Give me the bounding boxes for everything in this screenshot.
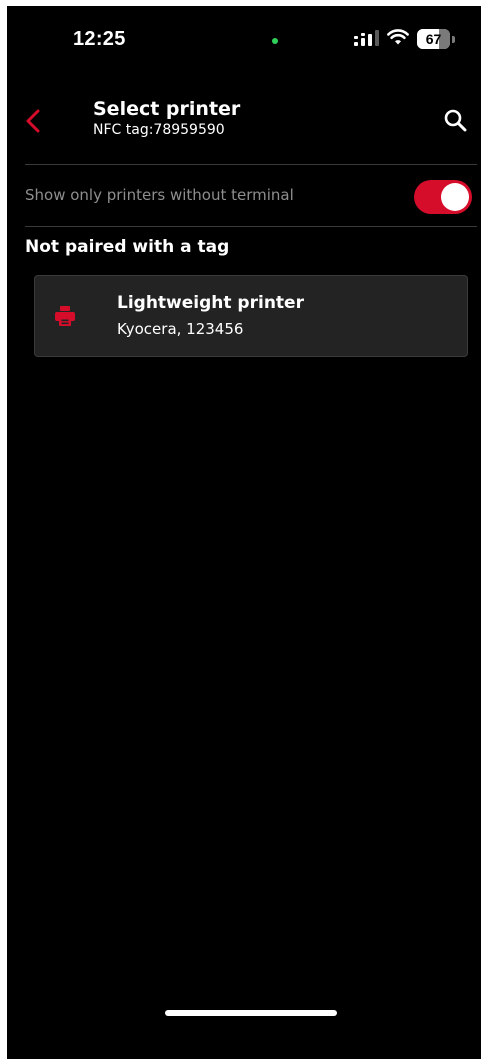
printer-details: Kyocera, 123456 [117,320,244,338]
search-button[interactable] [443,108,469,134]
printer-icon [55,306,75,326]
filter-label: Show only printers without terminal [25,186,294,204]
printer-card[interactable]: Lightweight printer Kyocera, 123456 [34,275,468,357]
title-block: Select printer NFC tag:78959590 [93,98,240,139]
page-header: Select printer NFC tag:78959590 [7,92,481,152]
privacy-indicator-dot [272,38,278,44]
status-time: 12:25 [73,28,126,50]
home-indicator [165,1010,337,1016]
header-divider [25,164,477,165]
wifi-icon [387,29,409,45]
toggle-knob [441,183,469,211]
section-heading: Not paired with a tag [25,237,230,257]
battery-tip [452,36,455,43]
nfc-tag-subtitle: NFC tag:78959590 [93,122,225,138]
chevron-left-icon [26,109,40,133]
printer-name: Lightweight printer [117,293,304,313]
battery-percent: 67 [425,31,442,47]
filter-row: Show only printers without terminal [7,166,481,226]
search-icon [444,109,467,132]
filter-divider [25,226,477,227]
status-bar: 12:25 67 [7,6,481,66]
battery-body: 67 [417,29,450,49]
page-title: Select printer [93,98,241,120]
signal-icon [354,30,379,46]
back-button[interactable] [19,106,45,136]
filter-toggle[interactable] [414,180,472,214]
app-screen: 12:25 67 Select printer NFC tag:78959590… [7,6,481,1059]
battery-icon: 67 [417,29,455,49]
